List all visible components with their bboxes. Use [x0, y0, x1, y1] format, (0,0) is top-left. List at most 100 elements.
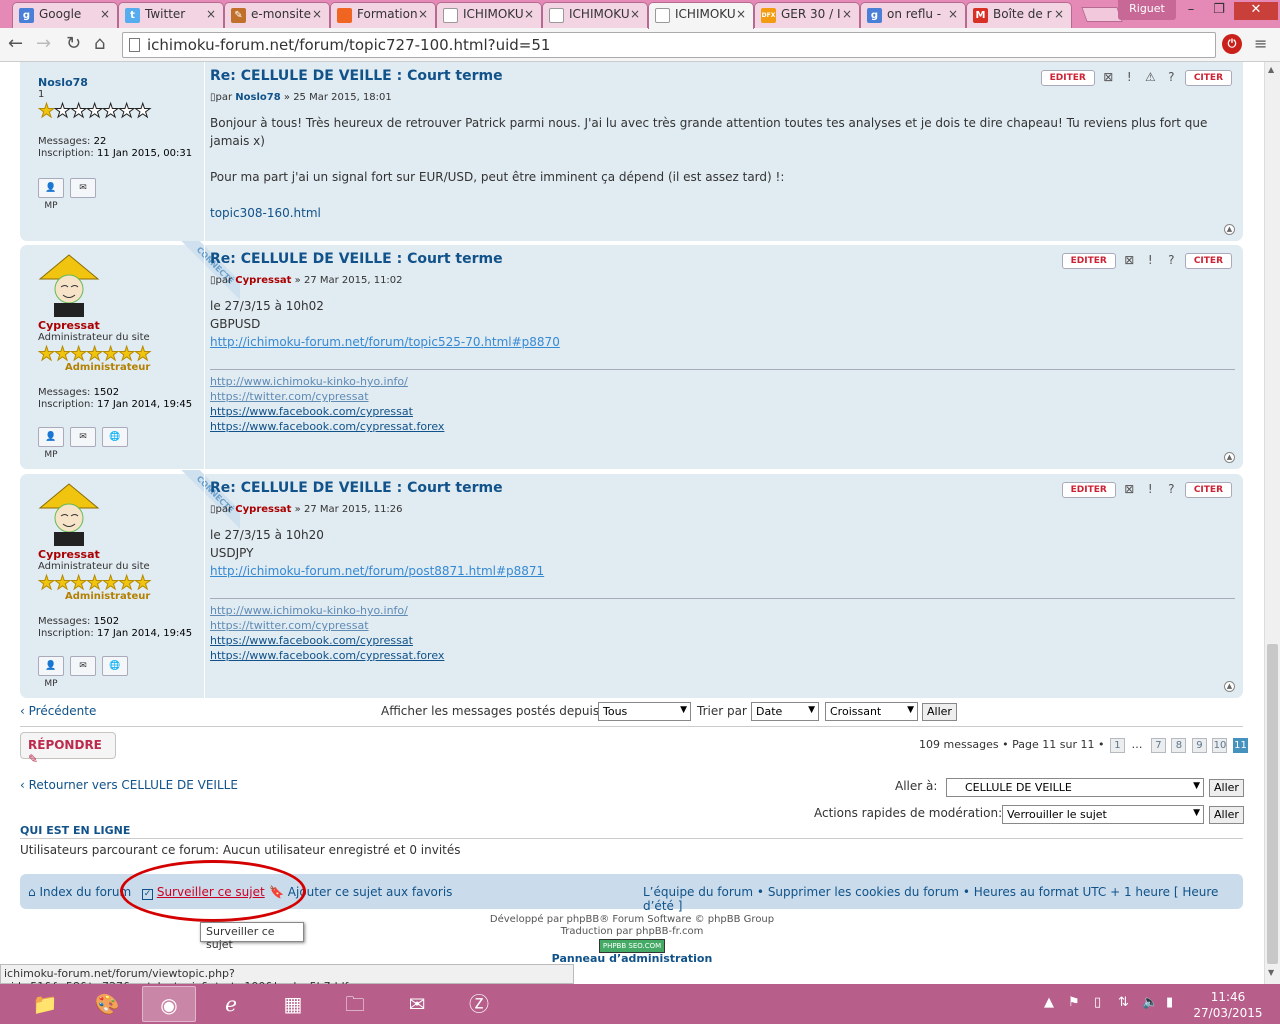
back-to-top-icon[interactable]: ▲	[1224, 681, 1235, 692]
reload-icon[interactable]: ↻	[66, 33, 81, 55]
delete-icon[interactable]: ⊠	[1122, 482, 1137, 498]
close-icon[interactable]: ×	[206, 7, 216, 21]
post-title[interactable]: Re: CELLULE DE VEILLE : Court terme	[210, 68, 503, 84]
author-name[interactable]: Cypressat	[38, 319, 204, 332]
team-link[interactable]: L’équipe du forum	[643, 885, 753, 899]
vertical-scrollbar[interactable]: ▲ ▼	[1264, 62, 1280, 984]
jump-select[interactable]: CELLULE DE VEILLE ▼	[946, 778, 1204, 797]
jump-go-button[interactable]: Aller	[1209, 779, 1244, 797]
mail-icon[interactable]: ✉	[390, 986, 444, 1022]
clock[interactable]: 11:46 27/03/2015	[1192, 989, 1264, 1021]
power-icon[interactable]: ▮	[1166, 995, 1173, 1010]
sort-go-button[interactable]: Aller	[922, 703, 957, 721]
scroll-down-icon[interactable]: ▼	[1268, 968, 1274, 977]
quote-button[interactable]: CITER	[1184, 70, 1232, 86]
tab-google[interactable]: g Google ×	[12, 2, 118, 28]
device-icon[interactable]: ▯	[1094, 995, 1101, 1010]
scroll-up-icon[interactable]: ▲	[1268, 65, 1274, 74]
profile-badge[interactable]: Riguet	[1118, 0, 1176, 20]
tab-on-reflu[interactable]: g on reflu - ×	[860, 2, 966, 28]
page-7[interactable]: 7	[1150, 738, 1166, 753]
tab-ger30[interactable]: DFX GER 30 / I ×	[754, 2, 860, 28]
close-icon[interactable]: ×	[418, 7, 428, 21]
paint-icon[interactable]: 🎨	[80, 986, 134, 1022]
private-message-icon[interactable]: 👤MP	[38, 178, 64, 211]
close-icon[interactable]: ×	[842, 7, 852, 21]
quote-button[interactable]: CITER	[1184, 482, 1232, 498]
post-link[interactable]: http://ichimoku-forum.net/forum/topic525…	[210, 335, 560, 349]
menu-icon[interactable]: ≡	[1254, 34, 1267, 53]
reply-button[interactable]: RÉPONDRE ✎	[20, 732, 116, 766]
explorer-icon[interactable]: 🗀	[328, 986, 382, 1022]
email-icon[interactable]: ✉	[70, 427, 96, 447]
chrome-icon[interactable]: ◉	[142, 986, 196, 1022]
scrollbar-thumb[interactable]	[1267, 644, 1278, 964]
private-message-icon[interactable]: 👤MP	[38, 656, 64, 689]
close-icon[interactable]: ×	[1054, 7, 1064, 21]
website-icon[interactable]: 🌐	[102, 656, 128, 676]
back-icon[interactable]: ←	[8, 33, 23, 55]
order-select[interactable]: Croissant ▼	[825, 702, 918, 721]
display-select[interactable]: Tous ▼	[598, 702, 691, 721]
page-8[interactable]: 8	[1171, 738, 1187, 753]
close-icon[interactable]: ×	[736, 7, 746, 21]
close-window-icon[interactable]: ✕	[1234, 2, 1278, 20]
forward-icon[interactable]: →	[36, 33, 51, 55]
adblock-icon[interactable]: ⏻	[1222, 34, 1242, 54]
report-icon[interactable]: !	[1143, 253, 1158, 269]
info-icon[interactable]: ?	[1164, 70, 1179, 86]
author-name[interactable]: Noslo78	[38, 76, 204, 89]
report-icon[interactable]: !	[1122, 70, 1137, 86]
delete-icon[interactable]: ⊠	[1101, 70, 1116, 86]
ie-icon[interactable]: ℯ	[204, 986, 258, 1022]
volume-icon[interactable]: 🔈	[1142, 995, 1158, 1010]
forum-index-link[interactable]: ⌂ Index du forum	[28, 885, 131, 899]
author-name[interactable]: Cypressat	[38, 548, 204, 561]
control-panel-icon[interactable]: ▦	[266, 986, 320, 1022]
info-icon[interactable]: ?	[1164, 482, 1179, 498]
mod-actions-select[interactable]: Verrouiller le sujet ▼	[1002, 805, 1204, 824]
private-message-icon[interactable]: 👤MP	[38, 427, 64, 460]
post-title[interactable]: Re: CELLULE DE VEILLE : Court terme	[210, 251, 503, 267]
address-bar[interactable]: ichimoku-forum.net/forum/topic727-100.ht…	[122, 32, 1216, 58]
tab-ichimoku-active[interactable]: ICHIMOKU ×	[648, 2, 754, 29]
app-z-icon[interactable]: Ⓩ	[452, 986, 506, 1022]
page-11-current[interactable]: 11	[1232, 738, 1248, 753]
tab-twitter[interactable]: t Twitter ×	[118, 2, 224, 28]
tray-expand-icon[interactable]: ▲	[1044, 995, 1054, 1010]
warn-icon[interactable]: ⚠	[1143, 70, 1158, 86]
start-folder-icon[interactable]: 📁	[18, 986, 72, 1022]
close-icon[interactable]: ×	[948, 7, 958, 21]
maximize-icon[interactable]: ❐	[1206, 2, 1232, 20]
sort-select[interactable]: Date ▼	[751, 702, 819, 721]
tab-ichimoku-1[interactable]: ICHIMOKU ×	[436, 2, 542, 28]
email-icon[interactable]: ✉	[70, 656, 96, 676]
tab-ichimoku-2[interactable]: ICHIMOKU ×	[542, 2, 648, 28]
back-to-top-icon[interactable]: ▲	[1224, 452, 1235, 463]
back-to-top-icon[interactable]: ▲	[1224, 224, 1235, 235]
post-title[interactable]: Re: CELLULE DE VEILLE : Court terme	[210, 480, 503, 496]
delete-icon[interactable]: ⊠	[1122, 253, 1137, 269]
return-link[interactable]: ‹ Retourner vers CELLULE DE VEILLE	[20, 778, 238, 792]
edit-button[interactable]: EDITER	[1061, 253, 1116, 269]
edit-button[interactable]: EDITER	[1040, 70, 1095, 86]
flag-icon[interactable]: ⚑	[1068, 995, 1080, 1010]
delete-cookies-link[interactable]: Supprimer les cookies du forum	[768, 885, 959, 899]
page-9[interactable]: 9	[1191, 738, 1207, 753]
info-icon[interactable]: ?	[1164, 253, 1179, 269]
mod-go-button[interactable]: Aller	[1209, 806, 1244, 824]
new-tab-button[interactable]	[1081, 7, 1123, 22]
close-icon[interactable]: ×	[630, 7, 640, 21]
report-icon[interactable]: !	[1143, 482, 1158, 498]
website-icon[interactable]: 🌐	[102, 427, 128, 447]
close-icon[interactable]: ×	[524, 7, 534, 21]
phpbb-seo-badge[interactable]: PHPBB SEO.COM	[598, 939, 666, 953]
email-icon[interactable]: ✉	[70, 178, 96, 198]
minimize-icon[interactable]: –	[1178, 2, 1204, 20]
network-icon[interactable]: ⇅	[1118, 995, 1129, 1010]
close-icon[interactable]: ×	[312, 7, 322, 21]
page-1[interactable]: 1	[1109, 738, 1125, 753]
home-icon[interactable]: ⌂	[94, 33, 105, 55]
edit-button[interactable]: EDITER	[1061, 482, 1116, 498]
previous-link[interactable]: ‹ Précédente	[20, 704, 96, 718]
